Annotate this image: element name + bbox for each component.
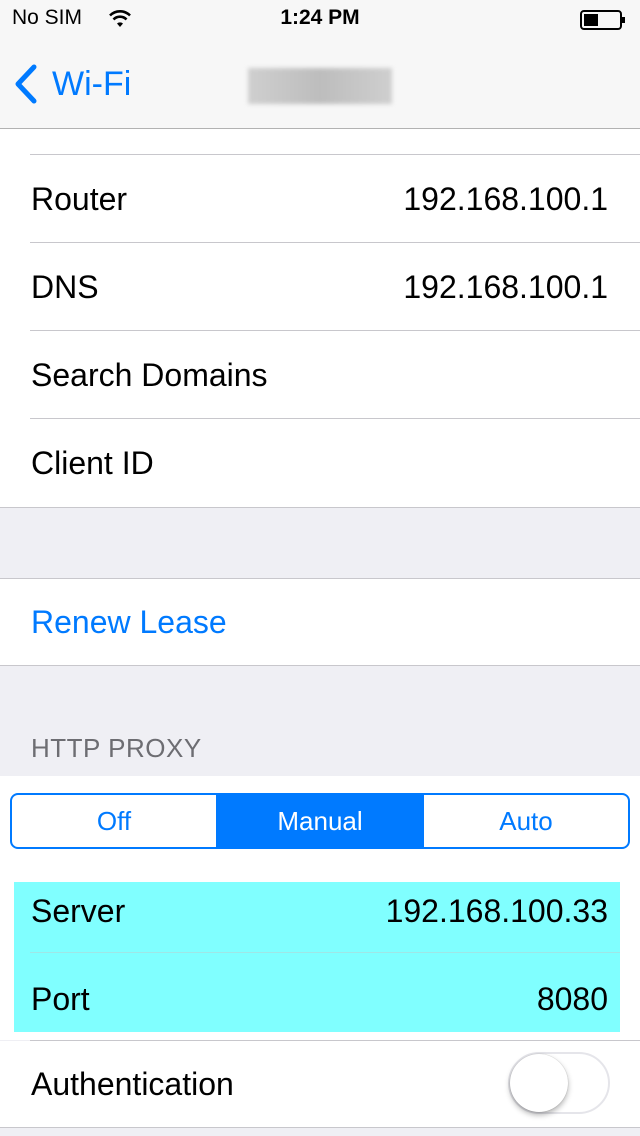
router-label: Router (31, 181, 128, 217)
client-id-label: Client ID (31, 445, 154, 481)
status-time: 1:24 PM (280, 6, 360, 29)
authentication-label: Authentication (31, 1066, 234, 1102)
authentication-toggle[interactable] (508, 1052, 610, 1114)
port-value[interactable]: 8080 (537, 970, 608, 1040)
dns-value: 192.168.100.1 (403, 269, 608, 305)
http-proxy-header: HTTP PROXY (31, 733, 202, 763)
port-row[interactable]: Port 8080 (0, 970, 640, 1040)
group-divider (0, 1127, 640, 1128)
toggle-knob (510, 1054, 568, 1112)
search-domains-row[interactable]: Search Domains (0, 331, 640, 419)
navigation-bar: Wi-Fi (0, 40, 640, 129)
router-value: 192.168.100.1 (403, 181, 608, 217)
row-divider (30, 952, 620, 953)
segment-auto[interactable]: Auto (424, 795, 628, 847)
server-label: Server (31, 893, 126, 929)
segment-off[interactable]: Off (12, 795, 218, 847)
dns-row[interactable]: DNS 192.168.100.1 (0, 243, 640, 331)
router-row: Router 192.168.100.1 (0, 155, 640, 243)
ip-settings-group: Router 192.168.100.1 DNS 192.168.100.1 S… (0, 129, 640, 507)
back-label: Wi-Fi (52, 64, 132, 103)
chevron-left-icon (15, 64, 37, 104)
dns-label: DNS (31, 269, 99, 305)
network-name-redacted (248, 68, 392, 104)
partial-row (0, 129, 640, 155)
port-label: Port (31, 981, 90, 1017)
segment-manual[interactable]: Manual (218, 795, 424, 847)
search-domains-label: Search Domains (31, 357, 268, 393)
back-button[interactable]: Wi-Fi (12, 62, 131, 106)
client-id-row[interactable]: Client ID (0, 419, 640, 507)
renew-lease-row[interactable]: Renew Lease (0, 579, 640, 665)
status-bar: No SIM 1:24 PM (0, 0, 640, 40)
battery-icon (580, 10, 625, 30)
group-divider (0, 507, 640, 508)
server-value[interactable]: 192.168.100.33 (386, 882, 608, 952)
renew-lease-button[interactable]: Renew Lease (31, 579, 227, 665)
group-divider (0, 665, 640, 666)
server-row[interactable]: Server 192.168.100.33 (0, 882, 640, 952)
proxy-mode-segmented-control[interactable]: Off Manual Auto (10, 793, 630, 849)
